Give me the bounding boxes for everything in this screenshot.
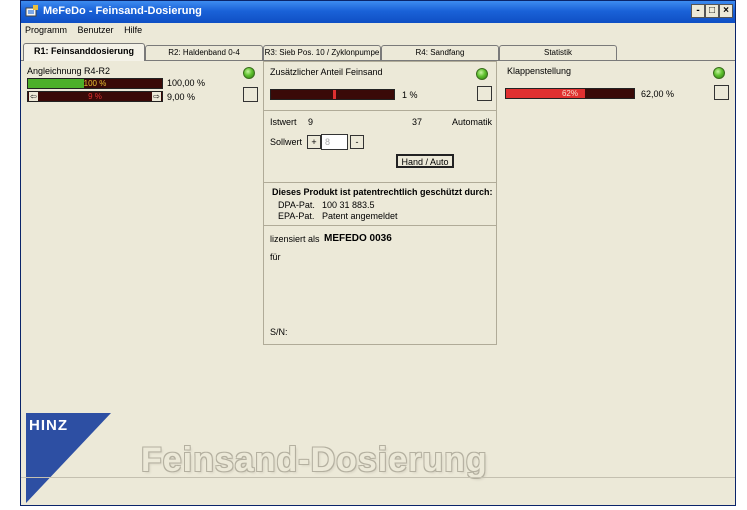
minimize-button[interactable]: - <box>691 4 705 18</box>
left-section-title: Angleichnung R4-R2 <box>27 66 111 76</box>
status-indicator-right <box>713 67 725 79</box>
serial-number-label: S/N: <box>270 327 288 337</box>
istwert-value-1: 9 <box>308 117 314 127</box>
patent-key-dpa: DPA-Pat. <box>278 200 315 210</box>
klappenstellung-bar: 62% <box>505 88 635 99</box>
mode-status: Automatik <box>452 117 493 127</box>
sollwert-minus-button[interactable]: - <box>350 135 364 149</box>
patent-value-epa: Patent angemeldet <box>322 211 398 221</box>
feinsand-title: Zusätzlicher Anteil Feinsand <box>270 67 383 77</box>
middle-separator-1 <box>264 110 496 111</box>
klappenstellung-title: Klappenstellung <box>507 66 572 76</box>
feinsand-bar-marker <box>332 90 336 99</box>
license-label: lizensiert als <box>270 234 320 244</box>
angleichung-offset-bar[interactable]: 9 % ⇦ ⇨ <box>27 91 163 102</box>
menu-benutzer[interactable]: Benutzer <box>74 23 118 35</box>
tab-r3-sieb[interactable]: R3: Sieb Pos. 10 / Zyklonpumpe <box>263 45 381 60</box>
license-value: MEFEDO 0036 <box>324 233 392 244</box>
close-button[interactable]: × <box>719 4 733 18</box>
hand-auto-button[interactable]: Hand / Auto <box>396 154 454 168</box>
title-bar[interactable]: MeFeDo - Feinsand-Dosierung - □ × <box>21 1 735 23</box>
angleichung-offset-text: 9 % <box>88 92 102 101</box>
tab-r1-feinsanddosierung[interactable]: R1: Feinsanddosierung <box>23 43 145 61</box>
maximize-button[interactable]: □ <box>705 4 719 18</box>
middle-separator-2 <box>264 182 496 183</box>
feinsand-value: 1 % <box>402 90 418 100</box>
tab-content: Angleichnung R4-R2 100 % 100,00 % 9 % ⇦ … <box>21 60 735 505</box>
patent-value-dpa: 100 31 883.5 <box>322 200 375 210</box>
tab-r4-sandfang[interactable]: R4: Sandfang <box>381 45 499 60</box>
menu-hilfe[interactable]: Hilfe <box>120 23 146 35</box>
istwert-label: Istwert <box>270 117 297 127</box>
sollwert-plus-button[interactable]: + <box>307 135 321 149</box>
menu-bar: Programm Benutzer Hilfe <box>21 23 735 39</box>
sollwert-input[interactable]: 8 <box>321 134 348 150</box>
middle-checkbox[interactable] <box>477 86 492 101</box>
hinz-brand-text: HINZ <box>29 417 68 434</box>
window-title: MeFeDo - Feinsand-Dosierung <box>43 5 202 17</box>
middle-separator-3 <box>264 225 496 226</box>
status-indicator-left <box>243 67 255 79</box>
app-window: MeFeDo - Feinsand-Dosierung - □ × Progra… <box>20 0 736 506</box>
tab-r2-haldenband[interactable]: R2: Haldenband 0-4 <box>145 45 263 60</box>
klappenstellung-bar-text: 62% <box>561 89 578 98</box>
tab-strip: R1: Feinsanddosierung R2: Haldenband 0-4… <box>21 43 735 61</box>
patent-key-epa: EPA-Pat. <box>278 211 315 221</box>
sollwert-label: Sollwert <box>270 137 303 147</box>
angleichung-bar: 100 % <box>27 78 163 89</box>
klappenstellung-value: 62,00 % <box>641 89 675 99</box>
menu-programm[interactable]: Programm <box>21 23 71 35</box>
arrow-right-icon[interactable]: ⇨ <box>152 92 161 101</box>
right-checkbox[interactable] <box>714 85 729 100</box>
status-indicator-middle <box>476 68 488 80</box>
fuer-label: für <box>270 252 281 262</box>
angleichung-bar-text: 100 % <box>83 79 107 88</box>
tab-statistik[interactable]: Statistik <box>499 45 617 60</box>
angleichung-offset-value: 9,00 % <box>167 92 196 102</box>
middle-panel: Zusätzlicher Anteil Feinsand 1 % Istwert… <box>263 61 497 345</box>
feinsand-bar <box>270 89 395 100</box>
app-logo-caption: Feinsand-Dosierung <box>141 441 488 479</box>
left-checkbox[interactable] <box>243 87 258 102</box>
angleichung-value: 100,00 % <box>167 78 206 88</box>
app-icon <box>25 5 38 17</box>
patent-title: Dieses Produkt ist patentrechtlich gesch… <box>272 187 493 197</box>
istwert-value-2: 37 <box>412 117 423 127</box>
arrow-left-icon[interactable]: ⇦ <box>29 92 38 101</box>
bottom-divider <box>21 477 735 478</box>
